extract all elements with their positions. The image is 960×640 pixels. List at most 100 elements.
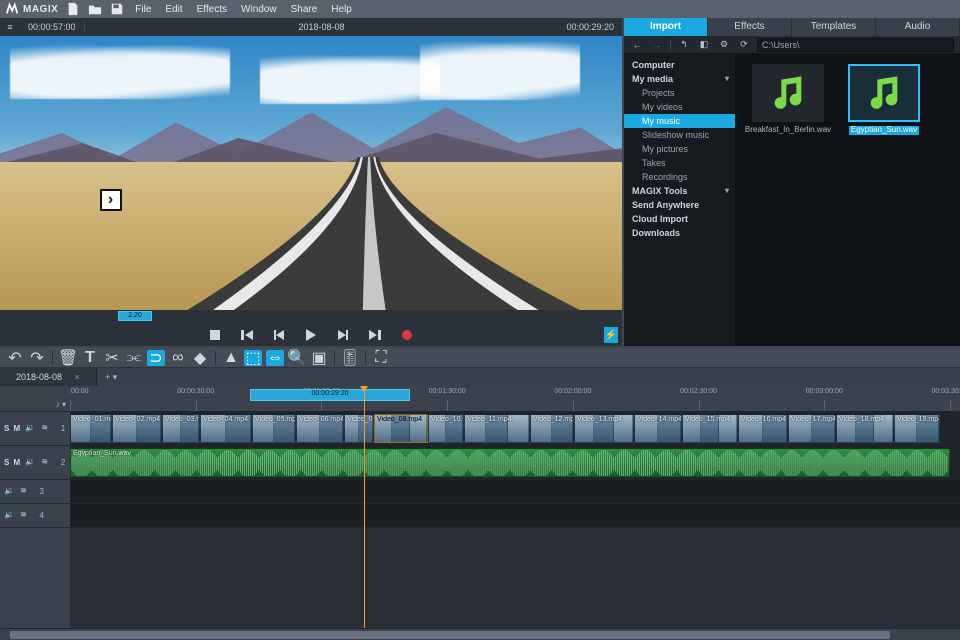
video-clip[interactable]: Video_12.mp4: [530, 414, 574, 443]
video-clip[interactable]: Video_10.mp4: [428, 414, 464, 443]
pointer-tool-icon[interactable]: ▲: [222, 350, 240, 366]
track-lock-icon[interactable]: ≋: [20, 510, 32, 522]
tree-item[interactable]: Projects: [624, 86, 735, 100]
video-clip[interactable]: Video_15.mp4: [682, 414, 738, 443]
track-lock-icon[interactable]: ≋: [41, 457, 53, 469]
marker-icon[interactable]: ◆: [191, 350, 209, 366]
transport-next-frame-icon[interactable]: [335, 327, 351, 343]
new-file-icon[interactable]: [66, 2, 80, 16]
scrollbar-thumb[interactable]: [10, 631, 890, 639]
track-row[interactable]: Egyptian_Sun.wav: [70, 446, 960, 480]
title-icon[interactable]: T: [81, 350, 99, 366]
tree-item[interactable]: My pictures: [624, 142, 735, 156]
audio-clip[interactable]: Egyptian_Sun.wav: [70, 448, 950, 477]
file-item[interactable]: Egyptian_Sun.wav: [842, 64, 926, 135]
transport-record-icon[interactable]: [399, 327, 415, 343]
ruler-range[interactable]: 00:00:29:20: [250, 389, 410, 401]
menu-file[interactable]: File: [132, 4, 154, 15]
link-icon[interactable]: ∞: [169, 350, 187, 366]
mixer-icon[interactable]: 🎚: [341, 350, 359, 366]
tree-item[interactable]: Recordings: [624, 170, 735, 184]
tree-item[interactable]: Send Anywhere: [624, 198, 735, 212]
refresh-icon[interactable]: ⟳: [737, 38, 751, 52]
video-clip[interactable]: Video_06.mp4: [296, 414, 344, 443]
menu-window[interactable]: Window: [238, 4, 280, 15]
tree-item[interactable]: My videos: [624, 100, 735, 114]
undo-icon[interactable]: ↶: [6, 350, 24, 366]
save-icon[interactable]: [110, 2, 124, 16]
group-icon[interactable]: ⫘: [125, 350, 143, 366]
add-tab-button[interactable]: + ▾: [97, 372, 125, 383]
video-clip[interactable]: Video_05.mp4: [252, 414, 296, 443]
settings-gear-icon[interactable]: ⚙: [717, 38, 731, 52]
transport-go-start-icon[interactable]: [239, 327, 255, 343]
tab-import[interactable]: Import: [624, 18, 708, 36]
preview-scrub-marker[interactable]: 2.20: [118, 311, 152, 321]
fullscreen-icon[interactable]: ⛶: [372, 350, 390, 366]
video-clip[interactable]: Video_13.mp4: [574, 414, 634, 443]
menu-edit[interactable]: Edit: [162, 4, 185, 15]
video-clip[interactable]: Video_03.mp4: [162, 414, 200, 443]
transport-play-icon[interactable]: [303, 327, 319, 343]
video-clip[interactable]: Video_01.mp4: [70, 414, 112, 443]
redo-icon[interactable]: ↷: [28, 350, 46, 366]
video-clip[interactable]: Video_07.mp4: [344, 414, 374, 443]
range-tool-icon[interactable]: ⇔: [266, 350, 284, 366]
timeline-tab-project[interactable]: 2018-08-08 ×: [0, 368, 97, 386]
video-clip[interactable]: Video_16.mp4: [738, 414, 788, 443]
cut-clip-icon[interactable]: ✂: [103, 350, 121, 366]
track-row[interactable]: [70, 480, 960, 504]
menu-help[interactable]: Help: [328, 4, 355, 15]
tree-item[interactable]: Takes: [624, 156, 735, 170]
preview-menu-icon[interactable]: ≡: [0, 22, 20, 32]
track-row[interactable]: [70, 504, 960, 528]
transport-stop-icon[interactable]: [207, 327, 223, 343]
open-folder-icon[interactable]: [88, 2, 102, 16]
timeline-scrollbar[interactable]: [0, 628, 960, 640]
tree-item[interactable]: Computer: [624, 58, 735, 72]
preview-timecode-right[interactable]: 00:00:29:20: [558, 22, 622, 32]
file-item[interactable]: Breakfast_In_Berlin.wav: [746, 64, 830, 135]
tab-audio[interactable]: Audio: [876, 18, 960, 36]
tab-templates[interactable]: Templates: [792, 18, 876, 36]
menu-effects[interactable]: Effects: [194, 4, 230, 15]
track-mute-icon[interactable]: 🔉: [25, 423, 37, 435]
zoom-tool-icon[interactable]: 🔍: [288, 350, 306, 366]
nav-forward-icon[interactable]: →: [650, 38, 664, 52]
track-mute-icon[interactable]: 🔉: [4, 486, 16, 498]
video-clip[interactable]: Video_04.mp4: [200, 414, 252, 443]
close-tab-icon[interactable]: ×: [75, 372, 80, 382]
video-clip[interactable]: Video_18.mp4: [836, 414, 894, 443]
menu-share[interactable]: Share: [288, 4, 321, 15]
track-row[interactable]: Video_01.mp4Video_02.mp4Video_03.mp4Vide…: [70, 412, 960, 446]
transport-go-end-icon[interactable]: [367, 327, 383, 343]
track-lock-icon[interactable]: ≋: [41, 423, 53, 435]
track-header[interactable]: 🔉≋3: [0, 480, 70, 504]
view-switch-icon[interactable]: ◧: [697, 38, 711, 52]
preview-scrub-bar[interactable]: 2.20: [0, 310, 622, 324]
video-clip[interactable]: Video_11.mp4: [464, 414, 530, 443]
nav-up-icon[interactable]: ↰: [677, 38, 691, 52]
timeline-tracks-area[interactable]: 00:00:00:0000:00:30:0000:01:00:0000:01:3…: [70, 386, 960, 628]
video-clip[interactable]: Video_17.mp4: [788, 414, 836, 443]
track-mute-icon[interactable]: 🔉: [25, 457, 37, 469]
video-clip[interactable]: Video_14.mp4: [634, 414, 682, 443]
tree-item[interactable]: My music: [624, 114, 735, 128]
preview-timecode-left[interactable]: 00:00:57:00: [20, 22, 85, 32]
track-lock-icon[interactable]: ≋: [20, 486, 32, 498]
tab-effects[interactable]: Effects: [708, 18, 792, 36]
snap-magnet-icon[interactable]: ⊃: [147, 350, 165, 366]
delete-icon[interactable]: 🗑: [59, 350, 77, 366]
tree-item[interactable]: Downloads: [624, 226, 735, 240]
transport-optimize-icon[interactable]: ⚡: [604, 327, 618, 343]
video-clip[interactable]: Video_08.mp4: [374, 414, 428, 443]
tree-item[interactable]: My media▾: [624, 72, 735, 86]
crop-tool-icon[interactable]: ▣: [310, 350, 328, 366]
preview-canvas[interactable]: [0, 36, 622, 310]
nav-back-icon[interactable]: ←: [630, 38, 644, 52]
track-mute-icon[interactable]: 🔉: [4, 510, 16, 522]
tree-item[interactable]: Slideshow music: [624, 128, 735, 142]
video-clip[interactable]: Video_02.mp4: [112, 414, 162, 443]
playhead[interactable]: [364, 386, 365, 628]
track-header[interactable]: S M🔉≋2: [0, 446, 70, 480]
